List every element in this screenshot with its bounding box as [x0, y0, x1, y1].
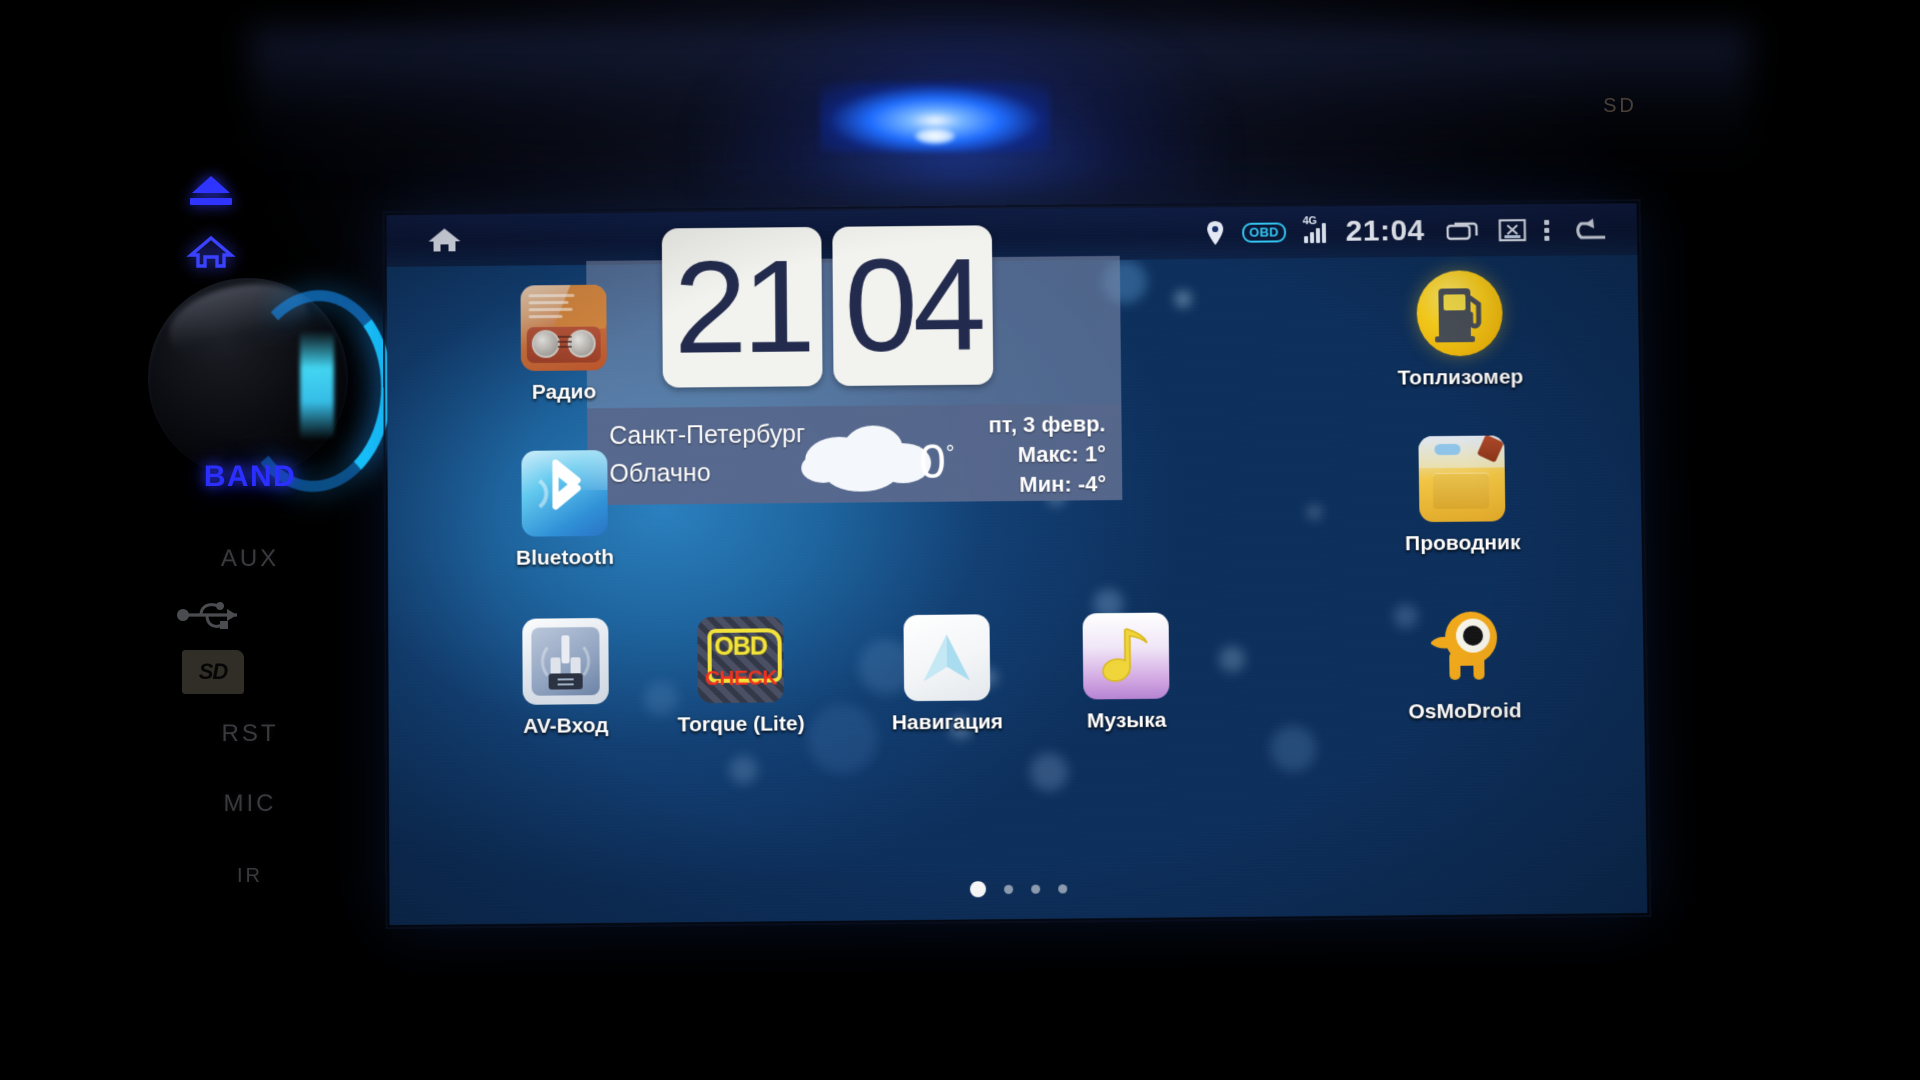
app-radio[interactable]: Радио	[489, 284, 639, 405]
back-button[interactable]	[1567, 216, 1609, 242]
wallpaper-bokeh	[1175, 290, 1192, 308]
rst-button[interactable]: RST	[160, 720, 340, 748]
clock-hours-value: 21	[673, 232, 811, 381]
app-music[interactable]: Музыка	[1051, 612, 1202, 734]
music-note-icon	[1082, 612, 1170, 700]
av-input-icon	[522, 617, 609, 705]
bluetooth-icon	[521, 450, 608, 537]
weather-city: Санкт-Петербург	[609, 420, 806, 451]
app-radio-label: Радио	[531, 380, 597, 404]
head-unit-photo: BAND AUX SD RST MIC IR SD OBD 4G 21:04 2…	[0, 0, 1920, 1080]
page-dot-active[interactable]	[969, 881, 986, 898]
app-osmodroid-label: OsMoDroid	[1408, 699, 1522, 724]
page-dot[interactable]	[1030, 884, 1040, 894]
home-icon	[428, 228, 461, 252]
flip-clock-minutes: 04	[832, 225, 994, 387]
network-type-label: 4G	[1302, 215, 1317, 228]
app-osmodroid[interactable]: OsMoDroid	[1389, 603, 1541, 725]
clock-minutes-value: 04	[843, 231, 982, 379]
weather-max-temp: Макс: 1°	[1017, 441, 1106, 468]
eject-icon-bar	[190, 198, 232, 205]
weather-panel[interactable]: Санкт-Петербург Облачно 0° пт, 3 февр. М…	[587, 403, 1123, 506]
signal-bars-icon: 4G	[1303, 215, 1326, 244]
bezel-home-button[interactable]	[186, 232, 236, 272]
screenshot-button[interactable]	[1498, 218, 1526, 242]
app-explorer[interactable]: Проводник	[1386, 435, 1538, 556]
weather-min-temp: Мин: -4°	[1019, 471, 1107, 498]
sd-card-slot-icon: SD	[182, 650, 244, 694]
obd-status-badge: OBD	[1242, 222, 1286, 243]
check-badge-text: CHECK	[704, 666, 778, 691]
flip-clock[interactable]: 21 04	[661, 225, 994, 388]
fuel-pump-icon	[1416, 270, 1504, 357]
weather-degree-sign: °	[945, 440, 955, 466]
location-pin-icon	[1206, 220, 1224, 246]
obd-check-icon: OBD CHECK	[697, 616, 785, 704]
page-dot[interactable]	[1003, 884, 1013, 894]
clock-weather-widget[interactable]: 21 04 Санкт-Петербург Облачно 0° пт, 3 ф…	[586, 225, 1123, 506]
app-av-input[interactable]: AV-Вход	[490, 617, 641, 740]
mic-label: MIC	[223, 790, 277, 817]
wallpaper-bokeh	[729, 755, 758, 785]
screenshot-icon	[1498, 218, 1526, 242]
recents-icon	[1446, 219, 1480, 243]
app-navigation[interactable]: Навигация	[871, 614, 1022, 736]
head-unit-screen[interactable]: OBD 4G 21:04 21 04 Санкт-Петербург Облач…	[386, 203, 1648, 926]
weather-temperature: 0°	[919, 435, 955, 490]
app-av-input-label: AV-Вход	[523, 714, 609, 738]
app-music-label: Музыка	[1086, 708, 1167, 733]
page-dot[interactable]	[1057, 883, 1067, 893]
recents-button[interactable]	[1446, 219, 1480, 243]
status-icons-group: OBD 4G 21:04	[1206, 212, 1637, 250]
app-torque[interactable]: OBD CHECK Torque (Lite)	[665, 616, 816, 738]
aux-label: AUX	[220, 545, 280, 572]
wallpaper-bokeh	[1269, 725, 1317, 772]
app-bluetooth[interactable]: Bluetooth	[489, 450, 640, 571]
eject-icon	[192, 176, 230, 193]
app-navigation-label: Навигация	[891, 710, 1004, 735]
obd-badge-text: OBD	[714, 632, 767, 661]
app-fuel[interactable]: Топлизомер	[1384, 270, 1535, 391]
wallpaper-bokeh	[1218, 645, 1246, 673]
app-explorer-label: Проводник	[1404, 531, 1521, 556]
flip-clock-hours: 21	[661, 226, 823, 388]
sd-slot-top-label: SD	[1603, 95, 1637, 117]
weather-temp-value: 0	[918, 435, 947, 489]
status-home-button[interactable]	[426, 225, 462, 255]
app-torque-label: Torque (Lite)	[677, 712, 805, 737]
weather-date: пт, 3 февр.	[988, 411, 1106, 438]
wallpaper-bokeh	[1029, 752, 1069, 792]
ir-label: IR	[237, 865, 263, 887]
sd-card-icon-text: SD	[198, 659, 229, 684]
band-button[interactable]: BAND	[160, 460, 340, 494]
usb-icon	[177, 602, 237, 629]
folder-icon	[1418, 435, 1506, 523]
wallpaper-bokeh	[807, 703, 878, 775]
app-bluetooth-label: Bluetooth	[515, 545, 615, 570]
overflow-menu-button[interactable]	[1544, 219, 1550, 241]
home-icon	[186, 235, 236, 268]
status-clock: 21:04	[1345, 214, 1425, 248]
eject-button[interactable]	[185, 176, 237, 210]
app-fuel-label: Топлизомер	[1397, 365, 1524, 390]
wallpaper-bokeh	[1307, 505, 1322, 520]
navigation-arrow-icon	[903, 614, 991, 702]
back-arrow-icon	[1567, 216, 1609, 242]
volume-knob-glow-accent	[300, 330, 334, 440]
status-led-core	[915, 128, 955, 144]
overflow-menu-icon	[1544, 219, 1550, 225]
osmo-eye-icon	[1421, 603, 1508, 690]
radio-icon	[520, 284, 607, 372]
